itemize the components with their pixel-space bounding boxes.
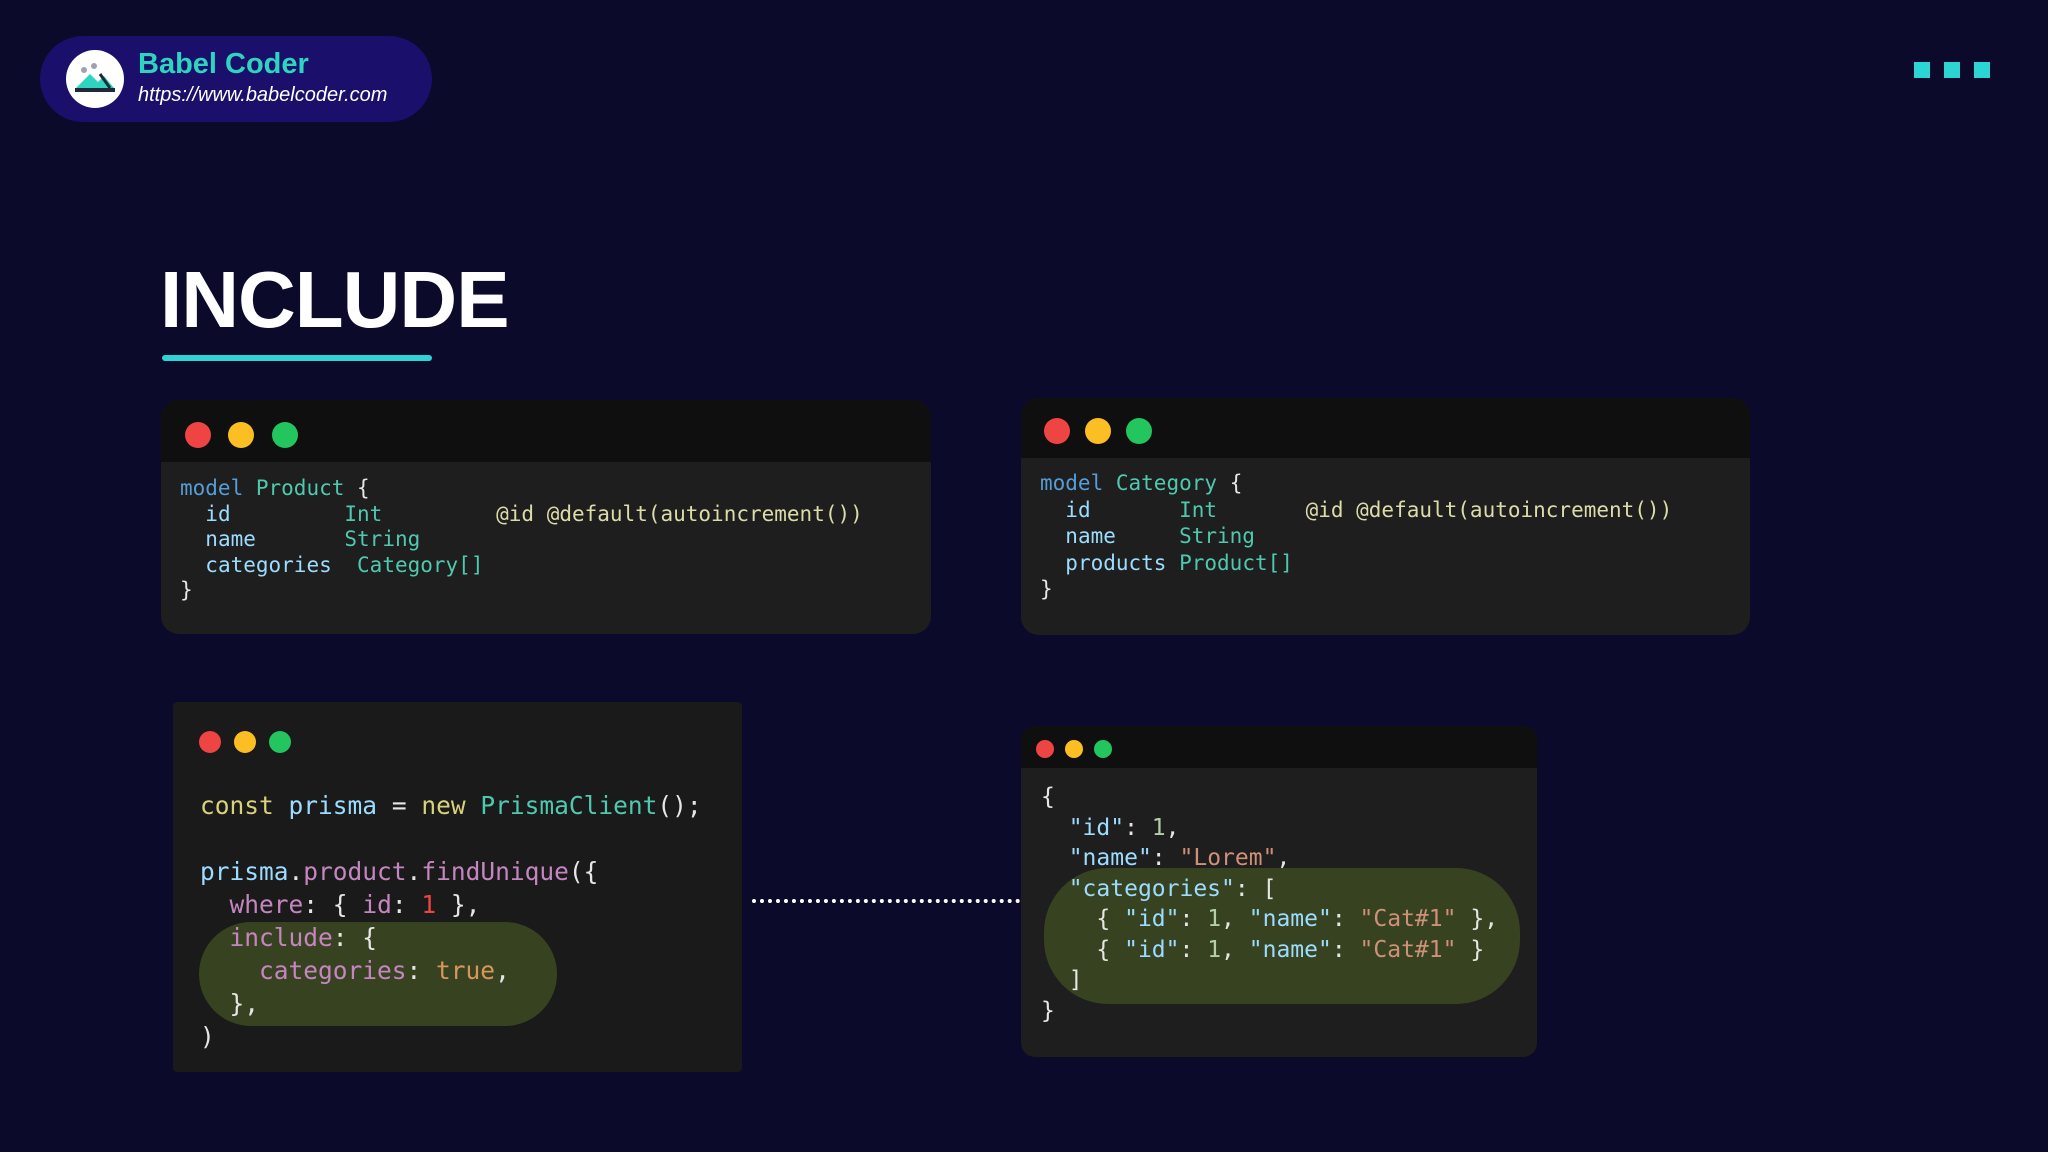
product-model-code: model Product { id Int @id @default(auto… — [180, 476, 863, 602]
title-underline — [162, 355, 432, 361]
category-model-window: model Category { id Int @id @default(aut… — [1021, 398, 1750, 635]
dotted-connector — [752, 899, 1020, 903]
close-dot-icon — [199, 731, 221, 753]
page-title: INCLUDE — [160, 255, 510, 344]
window-titlebar — [1021, 398, 1750, 458]
result-json-window: { "id": 1, "name": "Lorem", "categories"… — [1021, 726, 1537, 1057]
product-model-window: model Product { id Int @id @default(auto… — [161, 400, 931, 634]
minimize-dot-icon — [1085, 418, 1111, 444]
result-json-code: { "id": 1, "name": "Lorem", "categories"… — [1041, 784, 1499, 1024]
close-dot-icon — [185, 422, 211, 448]
maximize-dot-icon — [1094, 740, 1112, 758]
brand-name: Babel Coder — [138, 48, 309, 80]
babel-coder-logo-icon — [66, 50, 124, 108]
close-dot-icon — [1036, 740, 1054, 758]
close-dot-icon — [1044, 418, 1070, 444]
maximize-dot-icon — [272, 422, 298, 448]
window-titlebar — [1021, 726, 1537, 768]
maximize-dot-icon — [1126, 418, 1152, 444]
brand-url[interactable]: https://www.babelcoder.com — [138, 84, 387, 107]
brand-badge[interactable]: Babel Coder https://www.babelcoder.com — [40, 36, 432, 122]
minimize-dot-icon — [1065, 740, 1083, 758]
window-titlebar — [161, 400, 931, 462]
minimize-dot-icon — [234, 731, 256, 753]
minimize-dot-icon — [228, 422, 254, 448]
category-model-code: model Category { id Int @id @default(aut… — [1040, 471, 1673, 601]
maximize-dot-icon — [269, 731, 291, 753]
query-code: const prisma = new PrismaClient(); prism… — [200, 791, 702, 1051]
query-code-window: const prisma = new PrismaClient(); prism… — [173, 702, 742, 1072]
